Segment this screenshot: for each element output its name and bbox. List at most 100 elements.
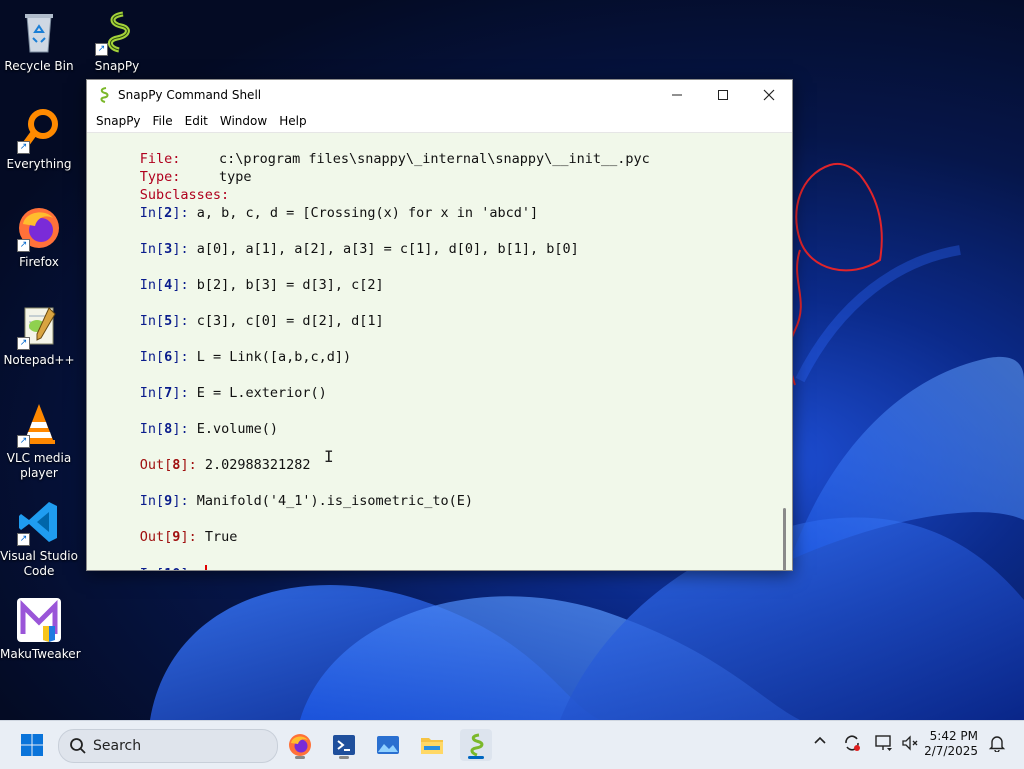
shortcut-arrow-icon: ↗: [17, 533, 30, 546]
close-button[interactable]: [746, 80, 792, 110]
clock-date: 2/7/2025: [924, 744, 978, 758]
input-code: b[2], b[3] = d[3], c[2]: [196, 277, 384, 293]
folder-icon: [421, 738, 443, 754]
search-icon: [70, 738, 86, 754]
taskbar-powershell[interactable]: [328, 729, 360, 761]
menu-snappy[interactable]: SnapPy: [90, 114, 147, 128]
menubar: SnapPy File Edit Window Help: [87, 110, 792, 133]
image-viewer-icon: [377, 736, 399, 754]
input-prompt: In[3]:: [139, 241, 189, 257]
input-prompt: In[10]:: [140, 566, 197, 570]
running-indicator: [339, 756, 349, 759]
desktop-icon-label: MakuTweaker: [0, 647, 81, 661]
desktop-icon-everything[interactable]: ↗ Everything: [0, 106, 78, 172]
taskbar-file-explorer[interactable]: [416, 729, 448, 761]
minimize-icon: [672, 94, 682, 96]
taskbar-clock[interactable]: 5:42 PM 2/7/2025: [924, 729, 978, 759]
search-label: Search: [93, 738, 142, 754]
notifications-bell-icon[interactable]: [988, 734, 1006, 756]
desktop-icon-label: Firefox: [19, 255, 59, 269]
clock-time: 5:42 PM: [929, 729, 978, 743]
output-value: 2.02988321282: [204, 457, 311, 473]
desktop-icon-recycle-bin[interactable]: Recycle Bin: [0, 8, 78, 74]
desktop-icon-label: VLC media player: [6, 451, 72, 480]
maximize-button[interactable]: [700, 80, 746, 110]
input-prompt: In[5]:: [139, 313, 189, 329]
desktop-icon-label: Everything: [6, 157, 72, 171]
input-code: c[3], c[0] = d[2], d[1]: [196, 313, 384, 329]
input-prompt: In[8]:: [139, 421, 189, 437]
input-code: L = Link([a,b,c,d]): [196, 349, 352, 365]
output-value: True: [204, 529, 238, 545]
desktop-icon-makutweaker[interactable]: MakuTweaker: [0, 596, 81, 662]
taskbar: Search 5:42 PM 2/7/2025: [0, 720, 1024, 769]
makutweaker-icon: [15, 596, 63, 644]
input-code: a, b, c, d = [Crossing(x) for x in 'abcd…: [196, 205, 539, 221]
input-prompt: In[2]:: [139, 205, 189, 221]
menu-window[interactable]: Window: [214, 114, 273, 128]
everything-icon: ↗: [15, 106, 63, 154]
desktop-icon-firefox[interactable]: ↗ Firefox: [0, 204, 78, 270]
firefox-icon: ↗: [15, 204, 63, 252]
input-prompt: In[7]:: [139, 385, 189, 401]
minimize-button[interactable]: [654, 80, 700, 110]
input-prompt: In[4]:: [139, 277, 189, 293]
menu-file[interactable]: File: [147, 114, 179, 128]
maximize-icon: [718, 90, 728, 100]
desktop-icon-vlc[interactable]: ↗ VLC media player: [0, 400, 78, 481]
desktop-icon-label: Notepad++: [3, 353, 75, 367]
info-value: c:\program files\snappy\_internal\snappy…: [219, 151, 650, 167]
powershell-icon: [333, 735, 355, 755]
taskbar-photos[interactable]: [372, 729, 404, 761]
console-output[interactable]: File: c:\program files\snappy\_internal\s…: [87, 133, 792, 570]
snappy-icon: [470, 733, 484, 757]
taskbar-search[interactable]: Search: [58, 729, 278, 763]
notepadpp-icon: ↗: [15, 302, 63, 350]
volume-muted-icon[interactable]: [900, 733, 920, 757]
windows-logo-icon: [21, 734, 43, 756]
desktop-icon-label: Recycle Bin: [4, 59, 74, 73]
snappy-icon: [100, 87, 109, 103]
input-prompt: In[9]:: [139, 493, 189, 509]
input-code: E.volume(): [196, 421, 278, 437]
text-caret: [204, 565, 207, 570]
taskbar-firefox[interactable]: [284, 729, 316, 761]
shortcut-arrow-icon: ↗: [17, 435, 30, 448]
desktop-icon-vscode[interactable]: ↗ Visual Studio Code: [0, 498, 78, 579]
desktop-icon-label: Visual Studio Code: [0, 549, 78, 578]
taskbar-snappy[interactable]: [460, 729, 492, 761]
console-active-prompt[interactable]: In[10]:: [91, 549, 207, 570]
window-title: SnapPy Command Shell: [118, 88, 262, 102]
input-code: E = L.exterior(): [196, 385, 327, 401]
menu-help[interactable]: Help: [273, 114, 312, 128]
snappy-icon: ↗: [93, 8, 141, 56]
close-icon: [763, 89, 775, 101]
output-prompt: Out[9]:: [139, 529, 197, 545]
shortcut-arrow-icon: ↗: [17, 337, 30, 350]
network-icon[interactable]: [874, 733, 894, 757]
recycle-bin-icon: [15, 8, 63, 56]
start-button[interactable]: [16, 729, 48, 761]
input-code: Manifold('4_1').is_isometric_to(E): [196, 493, 474, 509]
shortcut-arrow-icon: ↗: [17, 239, 30, 252]
shortcut-arrow-icon: ↗: [17, 141, 30, 154]
output-prompt: Out[8]:: [139, 457, 197, 473]
shortcut-arrow-icon: ↗: [95, 43, 108, 56]
window-titlebar[interactable]: SnapPy Command Shell: [87, 80, 792, 110]
desktop-icon-notepadpp[interactable]: ↗ Notepad++: [0, 302, 78, 368]
input-code: a[0], a[1], a[2], a[3] = c[1], d[0], b[1…: [196, 241, 579, 257]
desktop-icon-label: SnapPy: [94, 59, 140, 73]
active-indicator: [468, 756, 484, 759]
tray-overflow-chevron-icon[interactable]: [812, 733, 828, 753]
input-prompt: In[6]:: [139, 349, 189, 365]
firefox-icon: [289, 734, 311, 756]
desktop-icon-snappy[interactable]: ↗ SnapPy: [78, 8, 156, 74]
running-indicator: [295, 756, 305, 759]
snappy-window: SnapPy Command Shell SnapPy File Edit Wi…: [86, 79, 793, 571]
ibeam-cursor-icon: I: [324, 447, 334, 466]
vlc-icon: ↗: [15, 400, 63, 448]
menu-edit[interactable]: Edit: [179, 114, 214, 128]
console-scrollbar[interactable]: [783, 508, 786, 570]
sync-icon[interactable]: [842, 733, 862, 757]
vscode-icon: ↗: [15, 498, 63, 546]
